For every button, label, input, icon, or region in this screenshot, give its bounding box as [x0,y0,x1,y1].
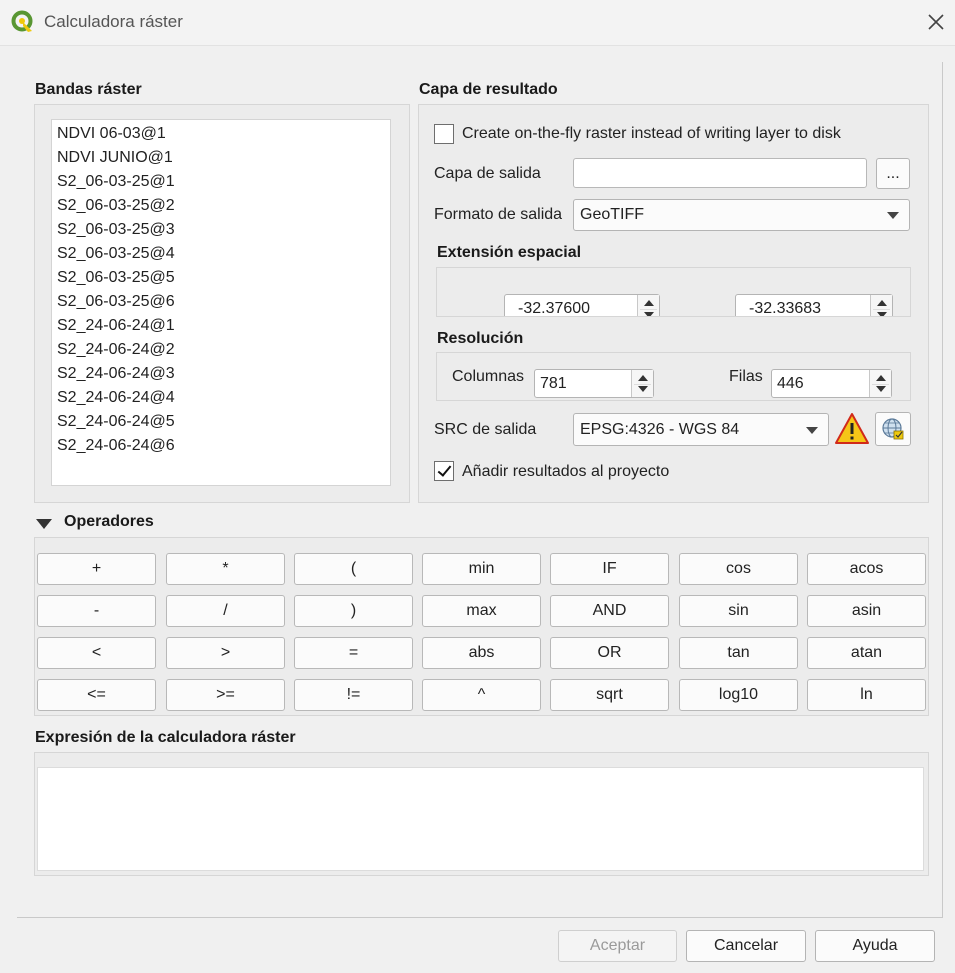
operator-button[interactable]: != [294,679,413,711]
band-list-item[interactable]: S2_06-03-25@6 [56,290,390,314]
operator-button[interactable]: ln [807,679,926,711]
extent-right-spinbox[interactable]: -32.33683 [735,294,893,317]
crs-label: SRC de salida [434,421,537,438]
browse-button[interactable]: ... [876,158,910,189]
bands-title: Bandas ráster [35,81,142,98]
band-list-item[interactable]: NDVI 06-03@1 [56,122,390,146]
add-results-checkbox[interactable] [434,461,454,481]
globe-icon [882,418,904,440]
chevron-down-icon [887,212,899,219]
operator-button[interactable]: > [166,637,285,669]
arrow-up-icon[interactable] [638,375,648,381]
operators-title: Operadores [64,513,154,530]
collapse-arrow-icon[interactable] [36,519,52,529]
rows-value: 446 [777,374,804,392]
output-layer-label: Capa de salida [434,165,541,182]
columns-spinbox[interactable]: 781 [534,369,654,398]
band-list-item[interactable]: S2_24-06-24@2 [56,338,390,362]
format-label: Formato de salida [434,206,563,223]
arrow-down-icon[interactable] [638,386,648,392]
crs-select[interactable]: EPSG:4326 - WGS 84 [573,413,829,446]
operator-button[interactable]: OR [550,637,669,669]
operator-button[interactable]: + [37,553,156,585]
qgis-logo-icon [11,10,33,32]
arrow-down-icon[interactable] [877,312,887,316]
output-layer-input[interactable] [573,158,867,188]
arrow-down-icon[interactable] [876,386,886,392]
operator-button[interactable]: = [294,637,413,669]
extent-left-spinbox[interactable]: -32.37600 [504,294,660,317]
extent-right-value: -32.33683 [749,300,822,317]
operator-button[interactable]: < [37,637,156,669]
operator-button[interactable]: ) [294,595,413,627]
operator-button[interactable]: * [166,553,285,585]
operator-button[interactable]: sqrt [550,679,669,711]
format-value: GeoTIFF [580,206,645,223]
operator-button[interactable]: cos [679,553,798,585]
operator-button[interactable]: <= [37,679,156,711]
band-list-item[interactable]: S2_24-06-24@1 [56,314,390,338]
operator-button[interactable]: max [422,595,541,627]
arrow-up-icon[interactable] [644,300,654,306]
extent-title: Extensión espacial [437,244,582,261]
crs-selector-button[interactable] [875,412,911,446]
columns-value: 781 [540,374,567,392]
band-list-item[interactable]: S2_06-03-25@5 [56,266,390,290]
operator-button[interactable]: asin [807,595,926,627]
band-list-item[interactable]: S2_06-03-25@4 [56,242,390,266]
operator-button[interactable]: IF [550,553,669,585]
operator-button[interactable]: / [166,595,285,627]
operator-button[interactable]: >= [166,679,285,711]
title-bar: Calculadora ráster [0,0,955,46]
spin-buttons[interactable] [631,370,653,397]
add-results-label: Añadir resultados al proyecto [462,463,670,480]
onthefly-checkbox[interactable] [434,124,454,144]
close-icon[interactable] [922,8,950,36]
resolution-title: Resolución [437,330,524,347]
operator-button[interactable]: ( [294,553,413,585]
rows-label: Filas [729,368,763,385]
expression-input[interactable] [37,767,924,871]
rows-spinbox[interactable]: 446 [771,369,892,398]
band-list-item[interactable]: S2_06-03-25@2 [56,194,390,218]
operator-button[interactable]: tan [679,637,798,669]
band-list-item[interactable]: S2_24-06-24@6 [56,434,390,458]
operator-button[interactable]: log10 [679,679,798,711]
operator-button[interactable]: ^ [422,679,541,711]
extent-group: -32.37600 -32.33683 [436,267,911,317]
accept-button[interactable]: Aceptar [558,930,677,962]
spin-buttons[interactable] [870,295,892,316]
band-list-item[interactable]: NDVI JUNIO@1 [56,146,390,170]
band-list-item[interactable]: S2_24-06-24@5 [56,410,390,434]
help-button[interactable]: Ayuda [815,930,935,962]
crs-value: EPSG:4326 - WGS 84 [580,420,740,438]
operator-button[interactable]: sin [679,595,798,627]
band-list-item[interactable]: S2_24-06-24@4 [56,386,390,410]
result-title: Capa de resultado [419,81,558,98]
bands-list[interactable]: NDVI 06-03@1 NDVI JUNIO@1 S2_06-03-25@1 S2_… [51,119,391,486]
warning-icon[interactable] [834,412,870,446]
operator-button[interactable]: abs [422,637,541,669]
operator-button[interactable]: - [37,595,156,627]
chevron-down-icon [806,426,818,434]
spin-buttons[interactable] [869,370,891,397]
arrow-up-icon[interactable] [877,300,887,306]
operator-button[interactable]: AND [550,595,669,627]
arrow-up-icon[interactable] [876,375,886,381]
columns-label: Columnas [452,368,525,385]
band-list-item[interactable]: S2_06-03-25@1 [56,170,390,194]
operator-button[interactable]: min [422,553,541,585]
format-select[interactable]: GeoTIFF [573,199,910,231]
band-list-item[interactable]: S2_06-03-25@3 [56,218,390,242]
operator-button[interactable]: acos [807,553,926,585]
extent-left-value: -32.37600 [518,300,591,317]
onthefly-label: Create on-the-fly raster instead of writ… [462,125,841,142]
arrow-down-icon[interactable] [644,312,654,316]
expression-title: Expresión de la calculadora ráster [35,729,296,746]
cancel-button[interactable]: Cancelar [686,930,806,962]
band-list-item[interactable]: S2_24-06-24@3 [56,362,390,386]
window-title: Calculadora ráster [44,12,183,31]
operator-button[interactable]: atan [807,637,926,669]
spin-buttons[interactable] [637,295,659,316]
